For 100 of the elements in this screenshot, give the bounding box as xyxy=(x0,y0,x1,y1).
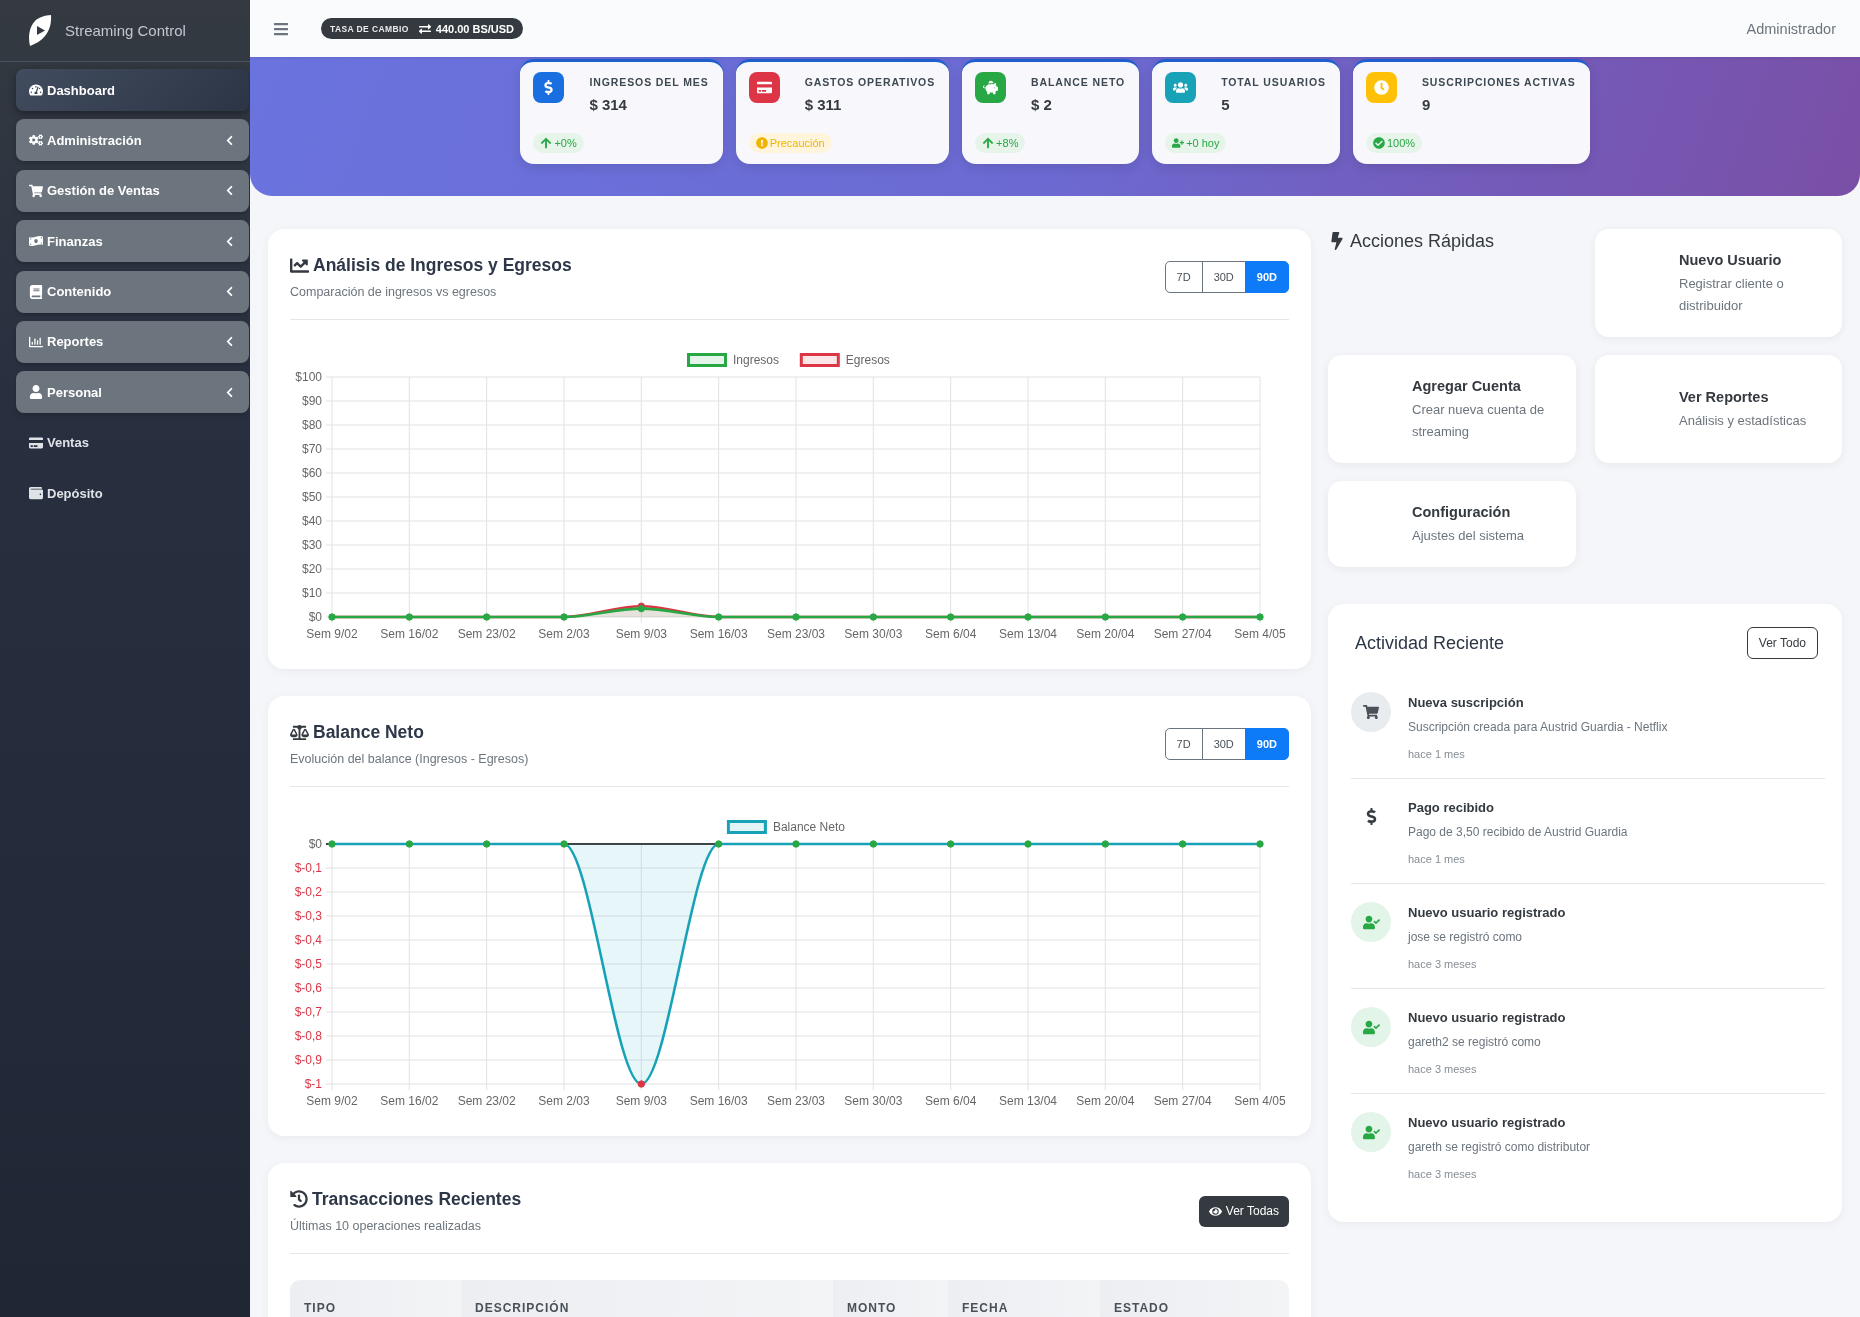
logo-icon xyxy=(28,14,52,47)
y-tick-label: $30 xyxy=(301,538,322,552)
point-marker-icon xyxy=(637,604,646,613)
point-marker-icon xyxy=(1024,840,1032,848)
point-marker-icon xyxy=(405,840,414,848)
stat-change: +0 hoy xyxy=(1186,137,1220,149)
nav-item[interactable]: Gestión de Ventas xyxy=(16,169,249,212)
exchange-rate-label: TASA DE CAMBIO xyxy=(330,23,409,34)
nav-item[interactable]: Personal xyxy=(16,371,249,414)
nav-item[interactable]: Ventas xyxy=(16,421,249,464)
nav-item[interactable]: Depósito xyxy=(16,472,249,515)
brand-name: Streaming Control xyxy=(65,22,186,39)
action-card[interactable]: Agregar Cuenta Crear nueva cuenta de streaming xyxy=(1328,355,1576,463)
column-header: DESCRIPCIÓN xyxy=(461,1280,833,1317)
book-icon xyxy=(29,284,43,299)
period-button[interactable]: 30D xyxy=(1201,261,1246,293)
view-all-button[interactable]: Ver Todas xyxy=(1198,1195,1289,1227)
column-header: TIPO xyxy=(290,1280,461,1317)
point-marker-icon xyxy=(560,613,568,621)
column-header: FECHA xyxy=(948,1280,1100,1317)
stat-change: Precaución xyxy=(769,137,825,149)
action-card[interactable]: Ver Reportes Análisis y estadísticas xyxy=(1595,355,1842,463)
action-card[interactable]: Configuración Ajustes del sistema xyxy=(1328,481,1576,567)
point-marker-icon xyxy=(714,613,723,621)
x-tick-label: Sem 9/03 xyxy=(615,1094,667,1108)
card-title: Balance Neto xyxy=(313,721,424,744)
action-card[interactable]: Nuevo Usuario Registrar cliente o distribuidor xyxy=(1595,229,1842,337)
gauge-icon xyxy=(29,83,43,97)
arrow-up-icon xyxy=(982,137,995,149)
menu-icon[interactable] xyxy=(273,20,289,37)
point-marker-icon xyxy=(1178,840,1187,848)
activity-description: Pago de 3,50 recibido de Austrid Guardia xyxy=(1408,824,1628,841)
x-tick-label: Sem 16/03 xyxy=(689,1094,748,1108)
card-title: Transacciones Recientes xyxy=(312,1188,522,1211)
y-tick-label: $-0,2 xyxy=(294,885,322,899)
point-marker-icon xyxy=(946,613,955,621)
point-marker-icon xyxy=(328,840,336,848)
y-tick-label: $60 xyxy=(301,466,322,480)
y-tick-label: $-0,5 xyxy=(294,957,322,971)
period-button[interactable]: 7D xyxy=(1164,261,1203,293)
x-tick-label: Sem 4/05 xyxy=(1234,1094,1286,1108)
point-marker-icon xyxy=(482,840,491,848)
nav-item[interactable]: Dashboard xyxy=(16,69,249,111)
activity-time: hace 1 mes xyxy=(1408,747,1466,762)
scale-icon xyxy=(290,722,309,742)
x-tick-label: Sem 30/03 xyxy=(844,627,903,641)
activity-time: hace 1 mes xyxy=(1408,852,1466,867)
nav-item[interactable]: Finanzas xyxy=(16,220,249,263)
period-button[interactable]: 90D xyxy=(1244,261,1289,293)
x-tick-label: Sem 23/02 xyxy=(457,627,516,641)
legend-swatch-icon xyxy=(687,353,727,367)
section-title: Acciones Rápidas xyxy=(1350,230,1495,253)
y-tick-label: $-0,7 xyxy=(294,1005,322,1019)
point-marker-icon xyxy=(1178,613,1187,621)
legend-label: Egresos xyxy=(845,353,890,367)
gears-icon xyxy=(29,133,43,148)
nav-item[interactable]: Reportes xyxy=(16,320,249,363)
card-subtitle: Evolución del balance (Ingresos - Egresos) xyxy=(290,751,529,768)
line-chart-icon xyxy=(290,255,309,275)
x-tick-label: Sem 13/04 xyxy=(999,627,1057,641)
point-marker-icon xyxy=(1256,840,1264,848)
arrow-up-icon xyxy=(540,137,553,149)
x-tick-label: Sem 16/02 xyxy=(380,1094,439,1108)
period-button[interactable]: 7D xyxy=(1164,728,1203,760)
period-button[interactable]: 30D xyxy=(1201,728,1246,760)
activity-description: jose se registró como xyxy=(1408,929,1524,946)
card-subtitle: Comparación de ingresos vs egresos xyxy=(290,284,498,301)
point-marker-icon xyxy=(869,840,878,848)
stat-value: 5 xyxy=(1221,96,1231,113)
exchange-rate-value: 440.00 BS/USD xyxy=(435,22,515,35)
stat-value: $ 2 xyxy=(1031,96,1053,113)
stat-change: +0% xyxy=(554,137,577,149)
point-marker-icon xyxy=(328,613,336,621)
user-check-icon xyxy=(1351,902,1391,942)
point-marker-icon xyxy=(792,613,800,621)
exchange-icon xyxy=(418,22,431,35)
x-tick-label: Sem 23/02 xyxy=(457,1094,516,1108)
activity-description: gareth2 se registró como xyxy=(1408,1034,1542,1051)
y-tick-label: $-1 xyxy=(304,1077,322,1091)
activity-time: hace 3 meses xyxy=(1408,1167,1478,1182)
x-tick-label: Sem 2/03 xyxy=(538,627,590,641)
x-tick-label: Sem 9/03 xyxy=(615,627,667,641)
nav-item[interactable]: Contenido xyxy=(16,270,249,313)
point-marker-icon xyxy=(405,613,414,621)
activity-title: Pago recibido xyxy=(1408,799,1495,817)
y-tick-label: $0 xyxy=(308,837,322,851)
x-tick-label: Sem 20/04 xyxy=(1076,627,1135,641)
point-marker-icon xyxy=(637,1080,646,1088)
period-button[interactable]: 90D xyxy=(1244,728,1289,760)
stat-value: $ 311 xyxy=(804,96,843,113)
stat-title: INGRESOS DEL MES xyxy=(589,75,709,89)
view-all-button[interactable]: Ver Todo xyxy=(1746,627,1818,659)
point-marker-icon xyxy=(560,840,568,848)
legend-label: Ingresos xyxy=(733,353,780,367)
nav-item[interactable]: Administración xyxy=(16,119,249,162)
legend-swatch-icon xyxy=(726,820,767,834)
x-tick-label: Sem 16/03 xyxy=(689,627,748,641)
activity-title: Nueva suscripción xyxy=(1408,694,1525,712)
user-icon xyxy=(29,385,43,400)
column-header: MONTO xyxy=(833,1280,948,1317)
